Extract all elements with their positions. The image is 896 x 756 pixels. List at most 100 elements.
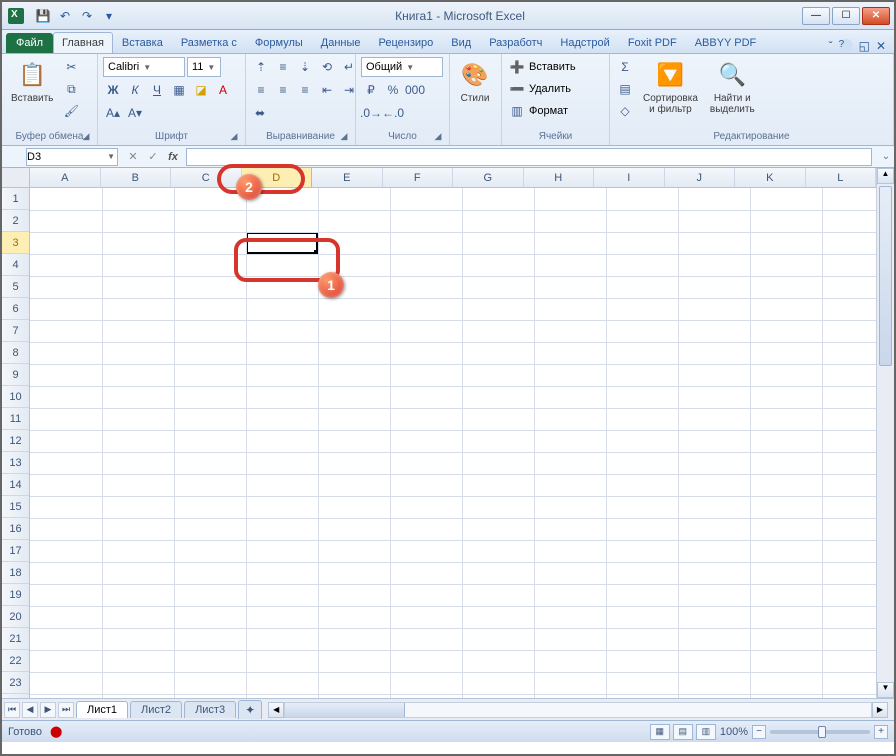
close-button[interactable]: ✕ [862,7,890,25]
row-header-12[interactable]: 12 [2,430,29,452]
clipboard-launcher-icon[interactable]: ◢ [80,131,92,143]
font-launcher-icon[interactable]: ◢ [228,131,240,143]
row-header-13[interactable]: 13 [2,452,29,474]
row-header-5[interactable]: 5 [2,276,29,298]
sort-filter-button[interactable]: 🔽 Сортировка и фильтр [639,57,702,117]
row-header-4[interactable]: 4 [2,254,29,276]
last-sheet-button[interactable]: ⏭ [58,702,74,718]
row-header-21[interactable]: 21 [2,628,29,650]
row-header-16[interactable]: 16 [2,518,29,540]
column-header-I[interactable]: I [594,168,665,187]
tab-formulas[interactable]: Формулы [246,32,312,53]
sheet-tab-2[interactable]: Лист2 [130,701,182,718]
row-header-2[interactable]: 2 [2,210,29,232]
delete-cells-icon[interactable]: ➖ [507,79,527,99]
active-cell[interactable] [246,232,318,254]
shrink-font-icon[interactable]: A▾ [125,103,145,123]
normal-view-button[interactable]: ▦ [650,724,670,740]
format-cells-icon[interactable]: ▥ [507,101,527,121]
insert-cells-label[interactable]: Вставить [529,61,576,73]
row-header-23[interactable]: 23 [2,672,29,694]
new-sheet-button[interactable]: ✦ [238,700,262,719]
vertical-scrollbar[interactable]: ▲ ▼ [876,168,894,698]
increase-decimal-icon[interactable]: .0→ [361,103,381,123]
row-header-7[interactable]: 7 [2,320,29,342]
column-header-J[interactable]: J [665,168,736,187]
expand-formula-bar-icon[interactable]: ⌄ [878,151,894,162]
scroll-right-button[interactable]: ▶ [872,702,888,718]
save-icon[interactable]: 💾 [34,7,52,25]
comma-icon[interactable]: 000 [405,80,425,100]
hscroll-track[interactable] [284,702,872,718]
scroll-up-button[interactable]: ▲ [877,168,894,184]
underline-button[interactable]: Ч [147,80,167,100]
currency-icon[interactable]: ₽ [361,80,381,100]
first-sheet-button[interactable]: ⏮ [4,702,20,718]
vscroll-thumb[interactable] [879,186,892,366]
zoom-slider-knob[interactable] [818,726,826,738]
zoom-in-button[interactable]: + [874,725,888,739]
page-break-view-button[interactable]: ▥ [696,724,716,740]
scroll-down-button[interactable]: ▼ [877,682,894,698]
autosum-icon[interactable]: Σ [615,57,635,77]
next-sheet-button[interactable]: ▶ [40,702,56,718]
column-header-K[interactable]: K [735,168,806,187]
cut-icon[interactable]: ✂ [61,57,81,77]
tab-data[interactable]: Данные [312,32,370,53]
sheet-tab-3[interactable]: Лист3 [184,701,236,718]
copy-icon[interactable]: ⧉ [61,79,81,99]
number-launcher-icon[interactable]: ◢ [432,131,444,143]
format-painter-icon[interactable]: 🖌 [61,101,81,121]
select-all-button[interactable] [2,168,30,188]
maximize-button[interactable]: ☐ [832,7,860,25]
scroll-left-button[interactable]: ◀ [268,702,284,718]
number-format-combo[interactable]: Общий▼ [361,57,443,77]
column-header-A[interactable]: A [30,168,101,187]
bold-button[interactable]: Ж [103,80,123,100]
minimize-ribbon-icon[interactable]: ˇ [829,39,833,53]
help-icon[interactable]: ? [839,39,853,53]
formula-input[interactable] [186,148,872,166]
fill-icon[interactable]: ▤ [615,79,635,99]
column-header-G[interactable]: G [453,168,524,187]
insert-cells-icon[interactable]: ➕ [507,57,527,77]
tab-addins[interactable]: Надстрой [551,32,618,53]
font-name-combo[interactable]: Calibri▼ [103,57,185,77]
font-color-button[interactable]: A [213,80,233,100]
align-center-icon[interactable]: ≡ [273,80,293,100]
column-header-B[interactable]: B [101,168,172,187]
name-box[interactable]: D3 ▼ [26,148,118,166]
row-header-14[interactable]: 14 [2,474,29,496]
align-middle-icon[interactable]: ≡ [273,57,293,77]
window-close-icon[interactable]: ✕ [876,39,886,53]
cancel-formula-icon[interactable]: ✕ [124,148,142,166]
delete-cells-label[interactable]: Удалить [529,83,571,95]
tab-abbyy[interactable]: ABBYY PDF [686,32,766,53]
row-header-17[interactable]: 17 [2,540,29,562]
orientation-icon[interactable]: ⟲ [317,57,337,77]
column-header-L[interactable]: L [806,168,877,187]
styles-button[interactable]: 🎨 Стили [455,57,495,106]
align-right-icon[interactable]: ≡ [295,80,315,100]
fill-color-button[interactable]: ◪ [191,80,211,100]
horizontal-scrollbar[interactable]: ◀ ▶ [268,702,888,718]
row-header-6[interactable]: 6 [2,298,29,320]
align-bottom-icon[interactable]: ⇣ [295,57,315,77]
border-button[interactable]: ▦ [169,80,189,100]
clear-icon[interactable]: ◇ [615,101,635,121]
name-box-dropdown-icon[interactable]: ▼ [107,152,117,161]
row-header-9[interactable]: 9 [2,364,29,386]
align-left-icon[interactable]: ≡ [251,80,271,100]
decrease-decimal-icon[interactable]: ←.0 [383,103,403,123]
tab-layout[interactable]: Разметка с [172,32,246,53]
format-cells-label[interactable]: Формат [529,105,568,117]
column-header-C[interactable]: C [171,168,242,187]
paste-button[interactable]: 📋 Вставить [7,57,57,106]
merge-cells-icon[interactable]: ⬌ [251,103,269,123]
cells-area[interactable] [30,188,876,698]
undo-icon[interactable]: ↶ [56,7,74,25]
row-header-18[interactable]: 18 [2,562,29,584]
percent-icon[interactable]: % [383,80,403,100]
page-layout-view-button[interactable]: ▤ [673,724,693,740]
row-header-15[interactable]: 15 [2,496,29,518]
